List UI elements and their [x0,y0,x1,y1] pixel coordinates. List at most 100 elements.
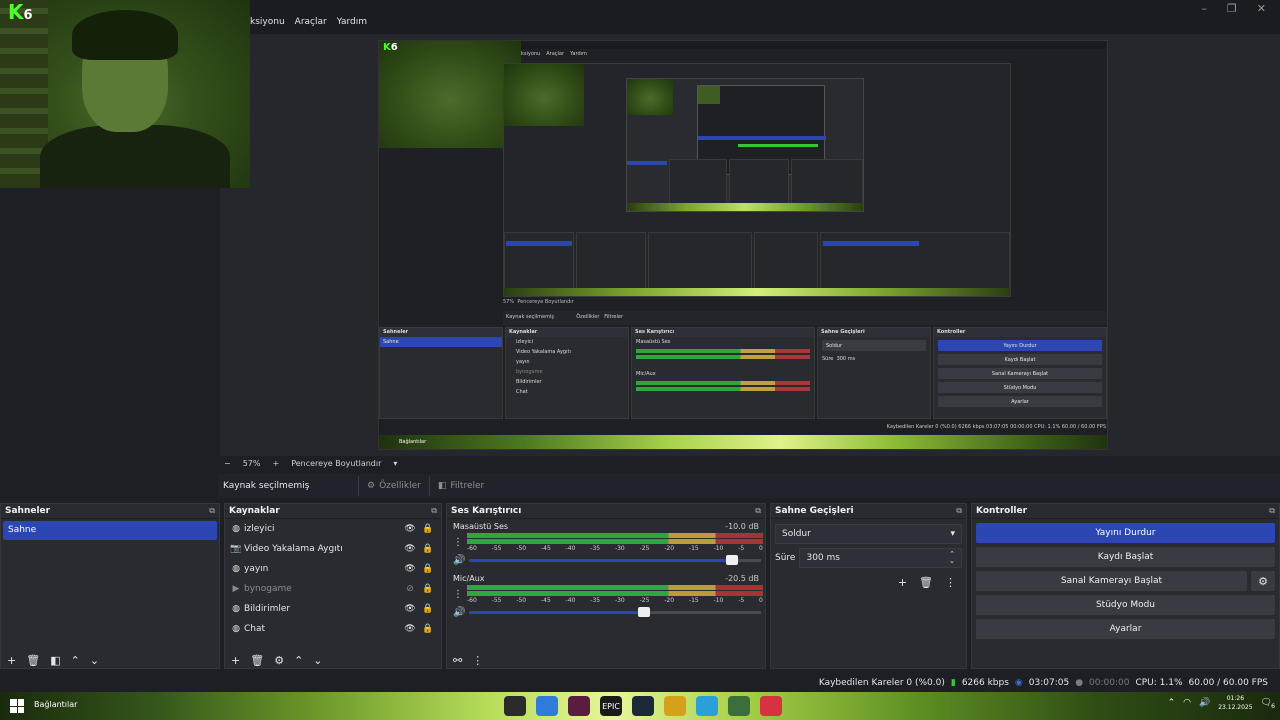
steam-icon[interactable] [632,696,654,716]
settings-button[interactable]: Ayarlar [976,619,1275,639]
chrome-alt-icon[interactable] [728,696,750,716]
windows-taskbar: Bağlantılar EPIC ⌃ ◠ 🔊 01:26 23.12.2025 … [0,692,1280,720]
menu-item-actions[interactable]: ksiyonu [250,17,285,27]
webcam-overlay: K6 [0,0,250,188]
duration-spinbox[interactable]: 300 ms ⌃ ⌄ [799,548,962,568]
eye-off-icon[interactable]: ⊘ [401,584,419,594]
undock-icon[interactable]: ⧉ [431,506,437,516]
duration-row: Süre 300 ms ⌃ ⌄ [775,548,962,568]
windows-start-icon[interactable] [10,699,24,713]
stream-time: 03:07:05 [1028,678,1070,688]
wifi-icon[interactable]: ◠ [1183,698,1191,708]
volume-slider[interactable] [469,607,761,617]
chevron-down-icon[interactable]: ⌄ [90,654,99,667]
logo-mark: K6 [383,42,398,53]
volume-knob[interactable] [725,555,738,565]
undock-icon[interactable]: ⧉ [755,506,761,516]
chevron-down-icon[interactable]: ⌄ [313,654,322,667]
filter-icon[interactable]: ◧ [50,654,60,667]
start-record-button[interactable]: Kaydı Başlat [976,547,1275,567]
undock-icon[interactable]: ⧉ [209,506,215,516]
close-icon[interactable]: ✕ [1257,2,1266,15]
lock-icon[interactable]: 🔒 [419,604,437,614]
nested-docks: Sahneler Sahne Kaynaklar izleyici Video … [379,327,1107,419]
properties-button[interactable]: ⚙ Özellikler [358,476,429,496]
trash-icon[interactable]: 🗑 [919,576,933,589]
notification-icon[interactable]: 🗨 6 [1261,698,1275,710]
eye-icon[interactable]: 👁 [401,604,419,614]
speaker-icon[interactable]: 🔊 [453,555,465,566]
more-icon[interactable]: ⋮ [945,576,956,589]
undock-icon[interactable]: ⧉ [1269,506,1275,516]
lock-icon[interactable]: 🔒 [419,624,437,634]
lock-icon[interactable]: 🔒 [419,584,437,594]
eye-icon[interactable]: 👁 [401,564,419,574]
link-icon[interactable]: ⚯ [453,654,462,667]
undock-icon[interactable]: ⧉ [956,506,962,516]
menu-item-tools[interactable]: Araçlar [295,17,327,27]
deco-icon[interactable] [568,696,590,716]
more-icon[interactable]: ⋮ [472,654,483,667]
eye-icon[interactable]: 👁 [401,524,419,534]
taskbar-apps: EPIC [504,696,782,716]
lock-icon[interactable]: 🔒 [419,544,437,554]
menu-item-help[interactable]: Yardım [337,17,367,27]
eye-icon[interactable]: 👁 [401,544,419,554]
restore-icon[interactable]: ❐ [1227,2,1237,15]
add-icon[interactable]: + [7,654,16,667]
volume-slider[interactable] [469,555,761,565]
zoom-dropdown-icon[interactable]: ▾ [393,459,397,468]
eye-icon[interactable]: 👁 [401,624,419,634]
more-icon[interactable]: ⋮ [453,589,463,600]
source-item[interactable]: ◍ Bildirimler 👁 🔒 [225,599,441,619]
taskbar-label: Bağlantılar [34,700,78,709]
source-item[interactable]: ◍ yayın 👁 🔒 [225,559,441,579]
source-item[interactable]: ▶ bynogame ⊘ 🔒 [225,579,441,599]
meter-tick: -5 [738,597,745,604]
source-item[interactable]: ◍ Chat 👁 🔒 [225,619,441,639]
opera-icon[interactable] [664,696,686,716]
zoom-out-button[interactable]: − [224,459,231,468]
virtual-camera-button[interactable]: Sanal Kamerayı Başlat [976,571,1247,591]
fit-to-window-button[interactable]: Pencereye Boyutlandır [291,459,381,468]
add-icon[interactable]: + [898,576,907,589]
zoom-in-button[interactable]: + [272,459,279,468]
minimize-icon[interactable]: – [1201,2,1207,15]
studio-mode-button[interactable]: Stüdyo Modu [976,595,1275,615]
tray-chevron-icon[interactable]: ⌃ [1168,698,1176,708]
scene-item[interactable]: Sahne [3,521,217,540]
speaker-icon[interactable]: 🔊 [453,607,465,618]
transition-select[interactable]: Soldur ▾ [775,524,962,544]
filters-button[interactable]: ◧ Filtreler [428,476,492,496]
transitions-title: Sahne Geçişleri [775,506,854,516]
vivaldi-icon[interactable] [760,696,782,716]
obs-icon[interactable] [504,696,526,716]
source-item[interactable]: 📷 Video Yakalama Aygıtı 👁 🔒 [225,539,441,559]
telegram-icon[interactable] [696,696,718,716]
clock[interactable]: 01:26 23.12.2025 [1218,694,1252,712]
meter-tick: -30 [614,545,625,552]
gear-icon[interactable]: ⚙ [1251,571,1275,591]
volume-icon[interactable]: 🔊 [1199,698,1210,708]
trash-icon[interactable]: 🗑 [26,654,40,667]
source-label: Bildirimler [244,604,291,614]
stop-stream-button[interactable]: Yayını Durdur [976,523,1275,543]
record-time: 00:00:00 [1089,678,1130,688]
lock-icon[interactable]: 🔒 [419,564,437,574]
spin-icon[interactable]: ⌃ ⌄ [949,551,955,565]
trash-icon[interactable]: 🗑 [250,654,264,667]
controls-dock: Kontroller ⧉ Yayını Durdur Kaydı Başlat … [971,503,1280,669]
chevron-up-icon[interactable]: ⌃ [71,654,80,667]
nested-preview-3 [626,78,864,212]
add-icon[interactable]: + [231,654,240,667]
volume-knob[interactable] [638,607,651,617]
play-icon: ▶ [232,584,240,594]
lock-icon[interactable]: 🔒 [419,524,437,534]
chevron-up-icon[interactable]: ⌃ [294,654,303,667]
source-item[interactable]: ◍ izleyici 👁 🔒 [225,519,441,539]
source-label: izleyici [244,524,275,534]
gear-icon[interactable]: ⚙ [274,654,284,667]
epic-icon[interactable]: EPIC [600,696,622,716]
more-icon[interactable]: ⋮ [453,537,463,548]
chrome-icon[interactable] [536,696,558,716]
